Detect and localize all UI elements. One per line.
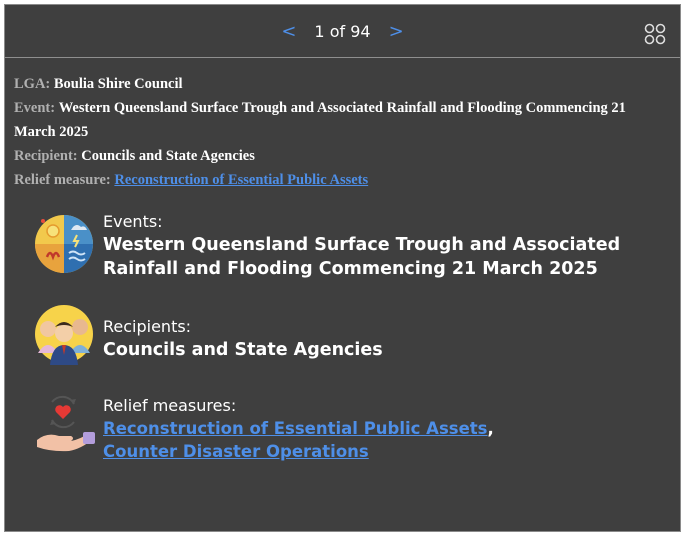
attr-relief: Relief measure: Reconstruction of Essent… bbox=[14, 168, 664, 192]
lga-value: Boulia Shire Council bbox=[53, 76, 183, 92]
events-caption: Events: bbox=[103, 212, 163, 231]
relief-caption: Relief measures: bbox=[103, 396, 237, 415]
recipient-value: Councils and State Agencies bbox=[81, 148, 255, 164]
next-button[interactable]: > bbox=[389, 21, 404, 42]
events-text: Events: Western Queensland Surface Troug… bbox=[103, 211, 643, 281]
recipients-caption: Recipients: bbox=[103, 317, 192, 336]
reconstruction-link[interactable]: Reconstruction of Essential Public Asset… bbox=[103, 419, 488, 438]
link-separator: , bbox=[487, 419, 494, 438]
page-counter: 1 of 94 bbox=[314, 22, 371, 41]
attr-event: Event: Western Queensland Surface Trough… bbox=[14, 96, 664, 144]
attribute-list: LGA: Boulia Shire Council Event: Western… bbox=[14, 72, 664, 192]
grid-view-icon[interactable] bbox=[644, 23, 666, 45]
recipient-label: Recipient: bbox=[14, 148, 78, 164]
previous-button[interactable]: < bbox=[281, 21, 296, 42]
relief-label: Relief measure: bbox=[14, 172, 111, 188]
event-value: Western Queensland Surface Trough and As… bbox=[14, 100, 626, 140]
event-label: Event: bbox=[14, 100, 56, 116]
relief-link[interactable]: Reconstruction of Essential Public Asset… bbox=[114, 172, 368, 188]
recipients-people-icon bbox=[35, 305, 93, 365]
events-value: Western Queensland Surface Trough and As… bbox=[103, 235, 621, 279]
attr-lga: LGA: Boulia Shire Council bbox=[14, 72, 664, 96]
counter-disaster-link[interactable]: Counter Disaster Operations bbox=[103, 442, 369, 461]
disaster-events-icon bbox=[35, 215, 93, 273]
recipients-value: Councils and State Agencies bbox=[103, 340, 383, 360]
recipients-text: Recipients: Councils and State Agencies bbox=[103, 316, 643, 362]
popup-panel: <1 of 94 > LGA: Boulia Shire Council Even… bbox=[4, 4, 681, 532]
attr-recipient: Recipient: Councils and State Agencies bbox=[14, 144, 664, 168]
lga-label: LGA: bbox=[14, 76, 51, 92]
pager: <1 of 94 > bbox=[5, 21, 680, 42]
relief-hand-heart-icon bbox=[37, 395, 95, 452]
popup-header: <1 of 94 > bbox=[5, 5, 680, 58]
relief-text: Relief measures: Reconstruction of Essen… bbox=[103, 395, 643, 463]
